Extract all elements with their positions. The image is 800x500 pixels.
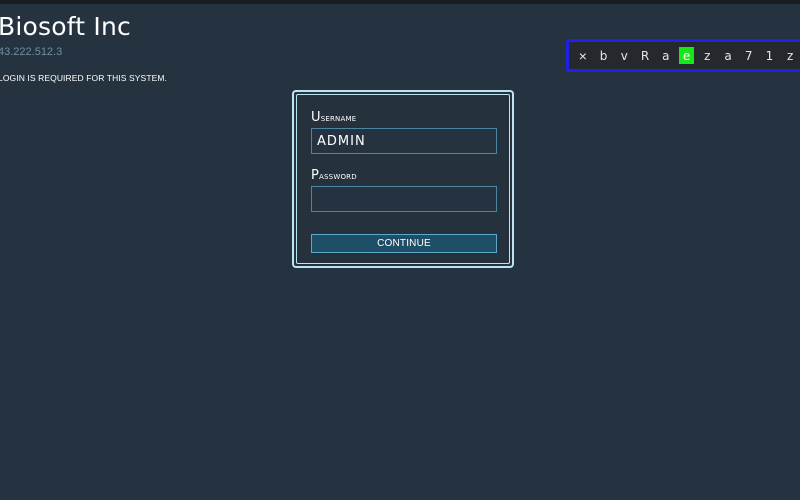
login-panel: Username ADMIN Password CONTINUE	[292, 90, 514, 268]
top-border	[0, 0, 800, 4]
ip-address: 43.222.512.3	[0, 46, 63, 58]
char-key[interactable]: a	[658, 47, 674, 64]
character-strip: × b v R a e z a 7 1 z	[566, 39, 800, 72]
password-label: Password	[311, 168, 357, 183]
char-key[interactable]: v	[616, 47, 632, 64]
char-key-active[interactable]: e	[678, 47, 695, 64]
char-key[interactable]: z	[782, 47, 798, 64]
char-key[interactable]: 7	[741, 47, 757, 64]
username-label: Username	[311, 110, 357, 125]
login-notice: Login is required for this system.	[0, 73, 168, 83]
char-key[interactable]: 1	[762, 47, 778, 64]
char-key[interactable]: a	[720, 47, 736, 64]
char-key[interactable]: z	[699, 47, 715, 64]
org-name: Biosoft Inc	[0, 12, 131, 41]
password-field[interactable]	[311, 186, 497, 212]
char-key[interactable]: b	[596, 47, 612, 64]
char-key[interactable]: R	[637, 47, 653, 64]
continue-button[interactable]: CONTINUE	[311, 234, 497, 253]
close-icon[interactable]: ×	[575, 47, 591, 64]
login-form: Username ADMIN Password CONTINUE	[296, 94, 510, 264]
username-field[interactable]: ADMIN	[311, 128, 497, 154]
